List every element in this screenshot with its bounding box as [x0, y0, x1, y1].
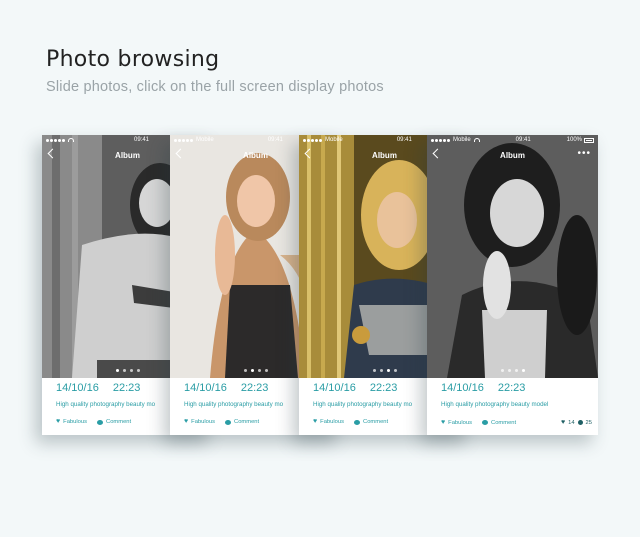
like-button[interactable]: ♥ Fabulous	[441, 418, 472, 426]
action-row: ♥ Fabulous Comment ♥ 14 25	[441, 418, 592, 427]
comment-button[interactable]: Comment	[97, 419, 131, 425]
comment-button[interactable]: Comment	[225, 419, 259, 425]
comment-count: 25	[585, 419, 592, 426]
comment-button[interactable]: Comment	[482, 420, 516, 426]
nav-title: Album	[500, 150, 525, 160]
battery-icon	[584, 137, 594, 143]
status-time: 09:41	[133, 137, 149, 143]
nav-bar: Album •••	[427, 147, 598, 163]
comment-icon	[354, 419, 361, 425]
photo-caption: High quality photography beauty model	[441, 401, 549, 408]
like-button[interactable]: ♥ Fabulous	[313, 418, 344, 425]
like-count: 14	[568, 419, 575, 426]
heart-count-icon: ♥	[560, 419, 566, 426]
comment-icon	[97, 419, 104, 425]
nav-title: Album	[243, 150, 268, 160]
wifi-icon	[68, 138, 74, 142]
status-time: 09:41	[515, 137, 531, 143]
back-icon[interactable]	[304, 148, 315, 159]
back-icon[interactable]	[175, 148, 186, 159]
comment-icon	[482, 420, 489, 425]
comment-button[interactable]: Comment	[354, 419, 388, 425]
photo-4[interactable]	[427, 135, 598, 378]
signal-icon	[46, 138, 65, 142]
heart-icon: ♥	[441, 418, 446, 426]
battery-indicator: 100%	[567, 137, 594, 143]
page-heading: Photo browsing Slide photos, click on th…	[46, 47, 384, 95]
time-text: 22:23	[240, 382, 269, 394]
time-text: 22:23	[112, 382, 141, 394]
photo-card-4[interactable]: Mobile 09:41 100% Album ••• 14/10/16 22:…	[427, 135, 598, 435]
date-text: 14/10/16	[313, 382, 356, 394]
like-button[interactable]: ♥ Fabulous	[184, 418, 215, 425]
nav-title: Album	[115, 150, 140, 160]
like-button[interactable]: ♥ Fabulous	[56, 418, 87, 425]
signal-icon	[431, 138, 450, 142]
page-title: Photo browsing	[46, 47, 220, 72]
page-subtitle: Slide photos, click on the full screen d…	[46, 79, 384, 95]
date-text: 14/10/16	[56, 382, 99, 394]
heart-icon: ♥	[184, 418, 189, 425]
comment-icon	[225, 419, 232, 425]
carrier: Mobile	[453, 137, 471, 143]
signal-icon	[303, 138, 322, 142]
date-text: 14/10/16	[441, 382, 484, 394]
time-text: 22:23	[497, 382, 526, 394]
comment-count-icon	[577, 420, 583, 425]
engagement-counts: ♥ 14 25	[561, 419, 592, 426]
battery-percent: 100%	[566, 137, 582, 143]
page-indicator	[427, 369, 598, 372]
time-text: 22:23	[369, 382, 398, 394]
back-icon[interactable]	[432, 148, 443, 159]
status-time: 09:41	[396, 137, 412, 143]
date-text: 14/10/16	[184, 382, 227, 394]
carrier: Mobile	[196, 137, 214, 143]
carrier: Mobile	[325, 137, 343, 143]
nav-title: Album	[372, 150, 397, 160]
date-time: 14/10/16 22:23	[441, 382, 592, 394]
heart-icon: ♥	[313, 418, 318, 425]
photo-4-image	[427, 135, 598, 378]
more-icon[interactable]: •••	[577, 149, 591, 159]
status-time: 09:41	[267, 137, 283, 143]
phone-cards: 09:41 Album 14/10/16 22:23 High quality …	[42, 135, 598, 435]
wifi-icon	[473, 138, 480, 142]
photo-info-panel: 14/10/16 22:23 High quality photography …	[435, 378, 598, 433]
heart-icon: ♥	[56, 418, 61, 425]
signal-icon	[174, 138, 193, 142]
back-icon[interactable]	[47, 148, 58, 159]
status-bar: Mobile 09:41 100%	[427, 135, 598, 145]
